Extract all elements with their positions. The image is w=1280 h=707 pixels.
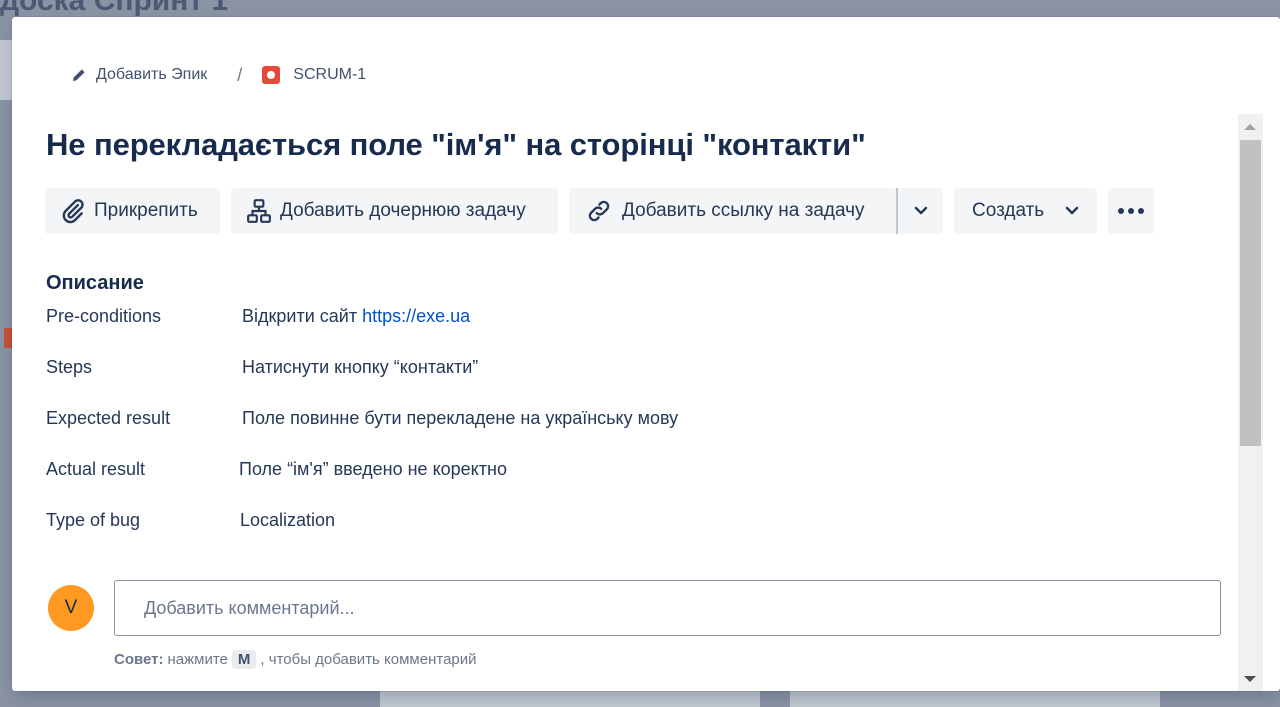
chevron-down-icon: [914, 206, 927, 215]
attach-button[interactable]: Прикрепить: [45, 188, 220, 234]
row-value: Поле повинне бути перекладене на українс…: [242, 408, 679, 428]
bug-icon: [262, 66, 281, 84]
row-value: Натиснути кнопку “контакти”: [242, 357, 479, 377]
issue-key-link[interactable]: SCRUM-1: [262, 66, 366, 84]
row-key: Pre-conditions: [46, 306, 162, 326]
create-label: Создать: [972, 200, 1045, 221]
link-icon: [588, 200, 610, 222]
row-key: Type of bug: [46, 510, 141, 530]
tip-text-after: , чтобы добавить комментарий: [260, 651, 477, 668]
create-button[interactable]: Создать: [954, 188, 1097, 234]
issue-title[interactable]: Не перекладається поле "ім'я" на сторінц…: [46, 127, 866, 163]
scroll-down-arrow[interactable]: [1244, 676, 1256, 682]
board-title: доска Спринт 1: [0, 0, 229, 17]
attach-label: Прикрепить: [94, 200, 198, 221]
row-value: Відкрити сайт https://exe.ua: [242, 306, 471, 326]
tip-shortcut-key: M: [231, 650, 257, 669]
issue-modal: Добавить Эпик / SCRUM-1 Не перекладаєтьс…: [12, 17, 1280, 691]
tip-label: Совет:: [114, 651, 164, 668]
add-epic-label: Добавить Эпик: [96, 66, 208, 83]
issue-key: SCRUM-1: [293, 66, 367, 83]
add-link-dropdown-button[interactable]: [898, 188, 943, 234]
comment-tip: Совет: нажмите M , чтобы добавить коммен…: [114, 650, 477, 669]
child-issues-icon: [247, 199, 271, 223]
row-value: Localization: [240, 510, 336, 530]
row-key: Expected result: [46, 408, 171, 428]
add-link-button[interactable]: Добавить ссылку на задачу: [569, 188, 897, 234]
scroll-up-arrow[interactable]: [1244, 124, 1256, 130]
avatar[interactable]: V: [48, 585, 94, 631]
add-child-issue-label: Добавить дочернюю задачу: [280, 200, 526, 221]
chevron-down-icon: [1066, 206, 1079, 215]
tip-text-before: нажмите: [167, 651, 228, 668]
board-column-fragment: [0, 40, 12, 100]
comment-input[interactable]: Добавить комментарий...: [114, 580, 1221, 636]
breadcrumb-separator: /: [237, 64, 243, 85]
board-bottom-fragment-2: [790, 691, 1160, 707]
add-epic-link[interactable]: Добавить Эпик: [70, 66, 207, 84]
more-icon: [1118, 208, 1144, 214]
add-link-label: Добавить ссылку на задачу: [622, 200, 865, 221]
row-value: Поле “ім'я” введено не коректно: [239, 459, 507, 479]
pencil-icon: [73, 69, 85, 81]
paperclip-icon: [62, 199, 84, 224]
site-link[interactable]: https://exe.ua: [362, 306, 470, 326]
row-key: Steps: [46, 357, 93, 377]
board-card-marker: [4, 328, 12, 348]
more-actions-button[interactable]: [1108, 188, 1154, 234]
add-child-issue-button[interactable]: Добавить дочернюю задачу: [231, 188, 558, 234]
row-key: Actual result: [46, 459, 146, 479]
breadcrumb: Добавить Эпик / SCRUM-1: [70, 64, 366, 86]
comment-placeholder: Добавить комментарий...: [144, 597, 355, 618]
scrollbar-thumb[interactable]: [1240, 140, 1261, 446]
board-bottom-fragment: [380, 691, 760, 707]
description-heading: Описание: [46, 272, 144, 294]
